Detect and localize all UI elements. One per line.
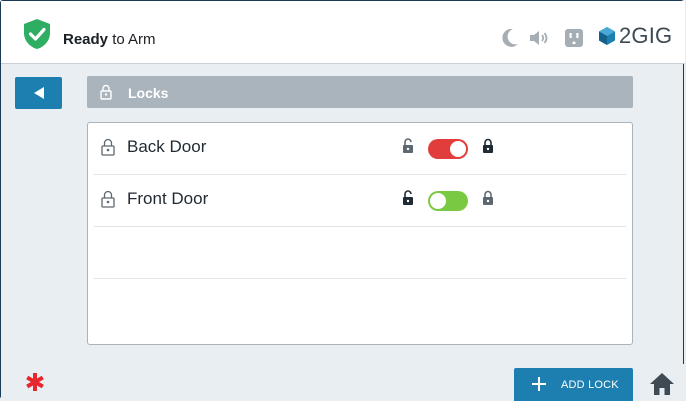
- unlocked-icon: [403, 190, 413, 205]
- home-icon[interactable]: [649, 372, 675, 396]
- brand-name: 2GIG: [619, 23, 673, 48]
- outlet-icon[interactable]: [564, 27, 584, 49]
- lock-toggle[interactable]: [428, 139, 468, 159]
- empty-row: [94, 227, 626, 279]
- lock-name: Back Door: [127, 137, 207, 156]
- lock-icon: [101, 190, 115, 208]
- lock-icon: [101, 138, 115, 156]
- toggle-knob: [450, 141, 466, 157]
- lock-name: Front Door: [127, 189, 209, 208]
- lock-icon: [100, 84, 112, 100]
- unlocked-icon: [403, 138, 413, 153]
- emergency-asterisk-icon[interactable]: [25, 372, 45, 392]
- status-bar: Ready to Arm 2GIG: [1, 1, 685, 64]
- shield-check-icon[interactable]: [23, 18, 51, 50]
- arm-status-text[interactable]: Ready to Arm: [63, 31, 156, 48]
- locks-list: Back Door Front Door: [87, 122, 633, 345]
- empty-row: [94, 279, 626, 331]
- lock-row-back-door[interactable]: Back Door: [94, 123, 626, 175]
- add-lock-label: ADD LOCK: [561, 379, 619, 391]
- page-title: Locks: [128, 85, 169, 101]
- brand-logo: 2GIG: [598, 22, 672, 50]
- back-arrow-icon: [33, 87, 44, 99]
- lock-row-front-door[interactable]: Front Door: [94, 175, 626, 227]
- moon-icon[interactable]: [500, 27, 520, 49]
- add-lock-button[interactable]: ADD LOCK: [514, 368, 633, 401]
- locks-header-bar: Locks: [87, 76, 633, 108]
- speaker-icon[interactable]: [528, 27, 550, 49]
- cube-logo-icon: [599, 27, 615, 45]
- plus-icon: [532, 377, 546, 391]
- toggle-knob: [430, 193, 446, 209]
- locked-icon: [483, 138, 493, 153]
- locked-icon: [483, 190, 493, 205]
- back-button[interactable]: [15, 77, 62, 109]
- lock-toggle[interactable]: [428, 191, 468, 211]
